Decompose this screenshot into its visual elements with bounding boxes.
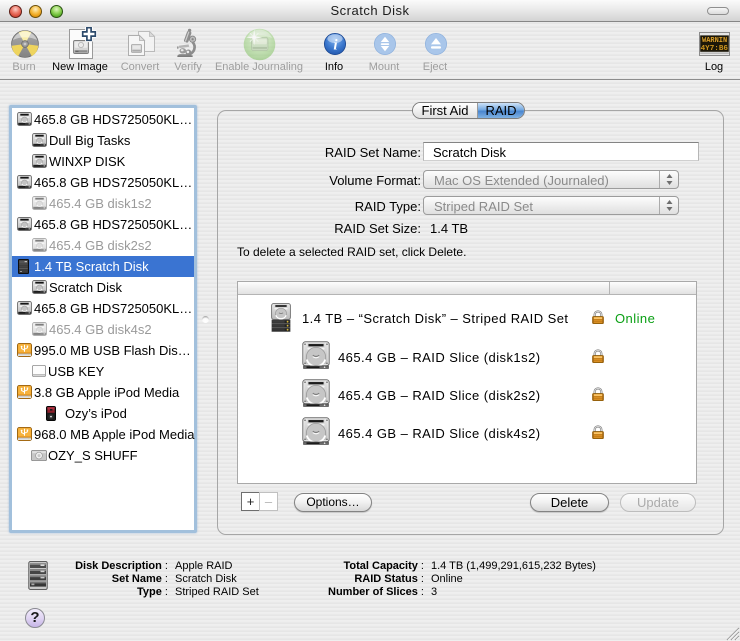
svg-text:WARNIN: WARNIN	[702, 37, 727, 45]
svg-text:4Y7:B6: 4Y7:B6	[701, 45, 729, 53]
